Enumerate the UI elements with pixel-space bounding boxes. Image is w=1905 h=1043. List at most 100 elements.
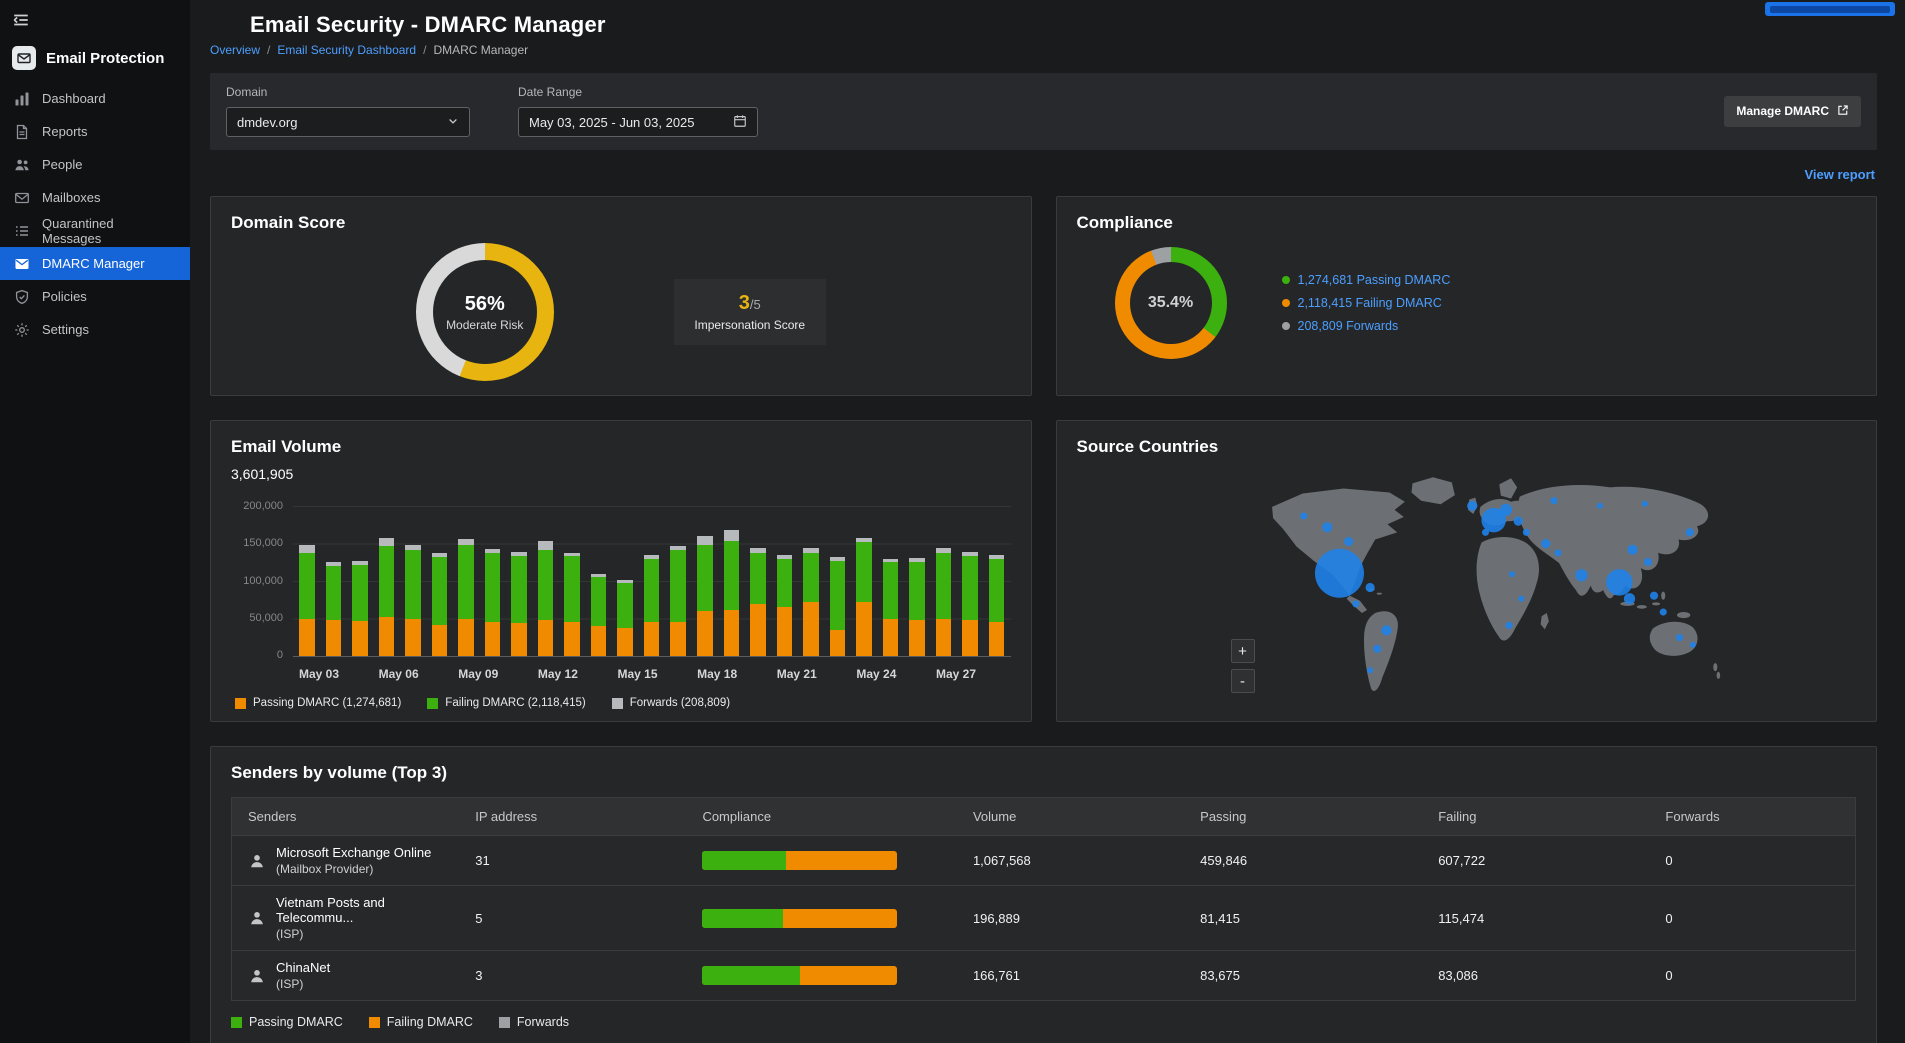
country-bubble[interactable] [1675, 634, 1682, 641]
country-bubble[interactable] [1467, 501, 1477, 511]
country-bubble[interactable] [1499, 504, 1511, 516]
volume-bar[interactable] [936, 506, 952, 656]
sender-row[interactable]: ChinaNet(ISP)3166,76183,67583,0860 [232, 950, 1855, 1000]
sidebar-item-settings[interactable]: Settings [0, 313, 190, 346]
date-range-input[interactable]: May 03, 2025 - Jun 03, 2025 [518, 107, 758, 137]
sidebar-item-people[interactable]: People [0, 148, 190, 181]
country-bubble[interactable] [1481, 529, 1488, 536]
volume-bar[interactable] [405, 506, 421, 656]
account-badge[interactable] [1765, 2, 1895, 16]
country-bubble[interactable] [1367, 667, 1373, 673]
menu-toggle-button[interactable] [4, 8, 38, 36]
volume-bar[interactable] [777, 506, 793, 656]
impersonation-score-value: 3 [739, 292, 750, 315]
volume-bar[interactable] [724, 506, 740, 656]
volume-bar[interactable] [591, 506, 607, 656]
volume-bar[interactable] [962, 506, 978, 656]
country-bubble[interactable] [1314, 549, 1363, 598]
volume-bar[interactable] [485, 506, 501, 656]
sidebar-item-dmarc[interactable]: DMARC Manager [0, 247, 190, 280]
country-bubble[interactable] [1344, 537, 1353, 546]
country-bubble[interactable] [1689, 642, 1695, 648]
bar-segment [909, 620, 925, 656]
country-bubble[interactable] [1685, 528, 1693, 536]
country-bubble[interactable] [1550, 497, 1557, 504]
country-bubble[interactable] [1659, 608, 1666, 615]
country-bubble[interactable] [1606, 569, 1633, 596]
sidebar-item-reports[interactable]: Reports [0, 115, 190, 148]
volume-bar[interactable] [856, 506, 872, 656]
country-bubble[interactable] [1518, 596, 1524, 602]
compliance-legend-item[interactable]: 1,274,681 Passing DMARC [1282, 273, 1451, 287]
column-header-senders[interactable]: Senders [232, 798, 459, 835]
column-header-forwards[interactable]: Forwards [1649, 798, 1855, 835]
volume-bar[interactable] [803, 506, 819, 656]
country-bubble[interactable] [1513, 517, 1522, 526]
volume-bar[interactable] [617, 506, 633, 656]
zoom-out-button[interactable]: - [1231, 669, 1255, 693]
country-bubble[interactable] [1352, 600, 1359, 607]
breadcrumb-item-0[interactable]: Overview [210, 43, 260, 57]
legend-dot-icon [1282, 322, 1290, 330]
country-bubble[interactable] [1575, 569, 1587, 581]
bar-segment [936, 619, 952, 657]
sender-name: Vietnam Posts and Telecommu... [276, 895, 443, 925]
country-bubble[interactable] [1522, 529, 1529, 536]
country-bubble[interactable] [1643, 558, 1651, 566]
column-header-passing[interactable]: Passing [1184, 798, 1422, 835]
country-bubble[interactable] [1505, 622, 1512, 629]
column-header-volume[interactable]: Volume [957, 798, 1184, 835]
sender-row[interactable]: Microsoft Exchange Online(Mailbox Provid… [232, 835, 1855, 885]
sender-row[interactable]: Vietnam Posts and Telecommu...(ISP)5196,… [232, 885, 1855, 950]
volume-bar[interactable] [644, 506, 660, 656]
volume-bar[interactable] [352, 506, 368, 656]
column-header-compliance[interactable]: Compliance [686, 798, 957, 835]
manage-dmarc-button[interactable]: Manage DMARC [1724, 96, 1861, 127]
volume-bar[interactable] [697, 506, 713, 656]
volume-bar[interactable] [326, 506, 342, 656]
country-bubble[interactable] [1509, 571, 1515, 577]
country-bubble[interactable] [1627, 545, 1637, 555]
legend-swatch-icon [499, 1017, 510, 1028]
volume-bar[interactable] [458, 506, 474, 656]
volume-bar[interactable] [989, 506, 1005, 656]
country-bubble[interactable] [1322, 522, 1332, 532]
bar-segment [989, 559, 1005, 623]
country-bubble[interactable] [1300, 512, 1307, 519]
volume-bar[interactable] [883, 506, 899, 656]
sidebar-item-dashboard[interactable]: Dashboard [0, 82, 190, 115]
volume-bar[interactable] [564, 506, 580, 656]
column-header-ip-address[interactable]: IP address [459, 798, 686, 835]
volume-bar[interactable] [750, 506, 766, 656]
volume-bar[interactable] [670, 506, 686, 656]
compliance-legend-item[interactable]: 208,809 Forwards [1282, 319, 1451, 333]
country-bubble[interactable] [1649, 592, 1657, 600]
filter-bar: Domain dmdev.org Date Range May 03, 2025… [210, 73, 1877, 150]
country-bubble[interactable] [1541, 539, 1550, 548]
volume-bar[interactable] [511, 506, 527, 656]
sidebar-item-quarantined[interactable]: Quarantined Messages [0, 214, 190, 247]
country-bubble[interactable] [1623, 593, 1634, 604]
country-bubble[interactable] [1641, 501, 1647, 507]
column-header-failing[interactable]: Failing [1422, 798, 1649, 835]
volume-bar[interactable] [379, 506, 395, 656]
country-bubble[interactable] [1365, 583, 1374, 592]
domain-select[interactable]: dmdev.org [226, 107, 470, 137]
volume-bar[interactable] [432, 506, 448, 656]
x-tick-label [907, 667, 910, 681]
view-report-link[interactable]: View report [1804, 167, 1875, 182]
country-bubble[interactable] [1373, 645, 1381, 653]
volume-bar[interactable] [909, 506, 925, 656]
country-bubble[interactable] [1554, 549, 1561, 556]
sidebar-item-mailboxes[interactable]: Mailboxes [0, 181, 190, 214]
volume-bar[interactable] [299, 506, 315, 656]
country-bubble[interactable] [1381, 625, 1391, 635]
sidebar-item-policies[interactable]: Policies [0, 280, 190, 313]
breadcrumb-item-1[interactable]: Email Security Dashboard [277, 43, 416, 57]
bar-segment [432, 625, 448, 657]
country-bubble[interactable] [1596, 503, 1602, 509]
volume-bar[interactable] [830, 506, 846, 656]
volume-bar[interactable] [538, 506, 554, 656]
zoom-in-button[interactable]: + [1231, 639, 1255, 663]
compliance-legend-item[interactable]: 2,118,415 Failing DMARC [1282, 296, 1451, 310]
